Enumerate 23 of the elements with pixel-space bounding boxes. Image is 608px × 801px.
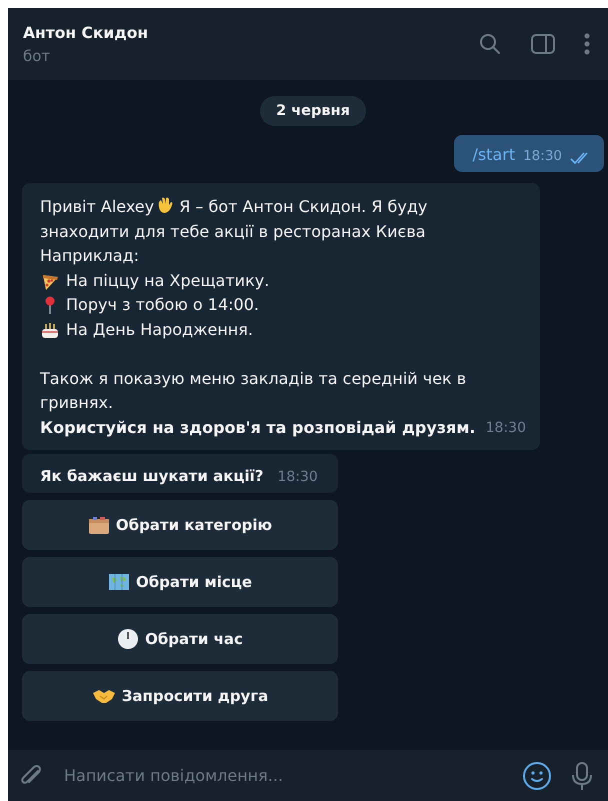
- keyboard-button[interactable]: Обрати місце: [22, 557, 338, 607]
- chat-title: Антон Скидон: [23, 24, 150, 42]
- emoji-icon[interactable]: [522, 760, 552, 790]
- menu-icon[interactable]: [584, 33, 590, 55]
- keyboard-button[interactable]: Запросити друга: [22, 671, 338, 721]
- message-text: Користуйся на здоров'я та розповідай друзям.: [40, 416, 476, 438]
- outgoing-message: /start 18:30: [454, 135, 604, 172]
- date-label: 2 червня: [260, 96, 366, 126]
- bot-message: Як бажаєш шукати акції? 18:30: [22, 454, 338, 493]
- chat-status: бот: [23, 46, 52, 64]
- message-text: Також я показую меню закладів та середній чек в гривнях.: [40, 368, 468, 414]
- sidebar-icon[interactable]: [530, 33, 556, 55]
- message-composer[interactable]: Написати повідомлення...: [8, 750, 608, 801]
- map-icon: [108, 572, 130, 592]
- clock-icon: [117, 628, 140, 650]
- keyboard-button[interactable]: Обрати категорію: [22, 500, 338, 550]
- microphone-icon[interactable]: [570, 760, 594, 790]
- bot-message: Привіт Alexey Я – бот Антон Скидон. Я буду знаходити для тебе акції в ресторанах Києва Наприклад: На піццу на Хрещатику. Поруч з тобою о 14:00. На День Народження. Також я показую меню закладів та середній чек в гривнях. Користуйся на здоров'я та розповідай друзям. 18:30: [22, 183, 540, 450]
- message-text: Привіт Alexey Я – бот Антон Скидон. Я буду знаходити для тебе акції в ресторанах Києва Наприклад:: [40, 195, 428, 267]
- message-time: 18:30: [486, 418, 526, 438]
- search-icon[interactable]: [478, 32, 502, 56]
- keyboard-button[interactable]: Обрати час: [22, 614, 338, 664]
- box-icon: [88, 515, 110, 535]
